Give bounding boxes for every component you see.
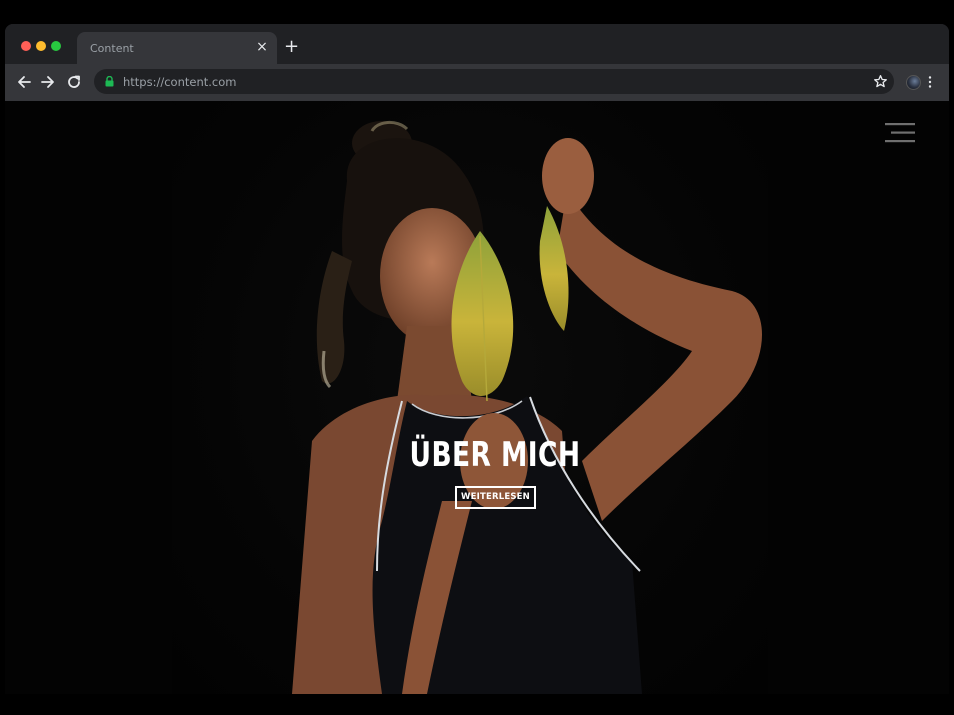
hamburger-menu-icon[interactable] bbox=[885, 123, 915, 143]
back-icon[interactable] bbox=[16, 74, 32, 90]
tab-strip: Content × + bbox=[5, 24, 949, 64]
reload-icon[interactable] bbox=[66, 74, 82, 90]
lock-icon bbox=[105, 76, 114, 87]
hero-title: ÜBER MICH bbox=[409, 435, 581, 475]
portrait-photo bbox=[172, 101, 768, 694]
browser-window: Content × + https://content.com ÜBER MIC… bbox=[5, 24, 949, 694]
close-window-button[interactable] bbox=[21, 41, 31, 51]
tab-title: Content bbox=[90, 42, 134, 55]
minimize-window-button[interactable] bbox=[36, 41, 46, 51]
tab-content[interactable]: Content × bbox=[77, 32, 277, 64]
profile-avatar[interactable] bbox=[906, 75, 921, 90]
forward-icon[interactable] bbox=[40, 74, 56, 90]
bookmark-star-icon[interactable] bbox=[873, 74, 888, 89]
url-text[interactable]: https://content.com bbox=[123, 75, 236, 89]
new-tab-button[interactable]: + bbox=[284, 38, 299, 56]
page-viewport: ÜBER MICH WEITERLESEN bbox=[5, 101, 949, 694]
portrait-illustration bbox=[292, 121, 762, 694]
maximize-window-button[interactable] bbox=[51, 41, 61, 51]
read-more-button[interactable]: WEITERLESEN bbox=[455, 486, 536, 509]
menu-dots-icon[interactable] bbox=[927, 75, 933, 89]
tab-close-icon[interactable]: × bbox=[255, 40, 269, 54]
address-bar[interactable]: https://content.com bbox=[94, 69, 894, 94]
toolbar: https://content.com bbox=[5, 64, 949, 101]
